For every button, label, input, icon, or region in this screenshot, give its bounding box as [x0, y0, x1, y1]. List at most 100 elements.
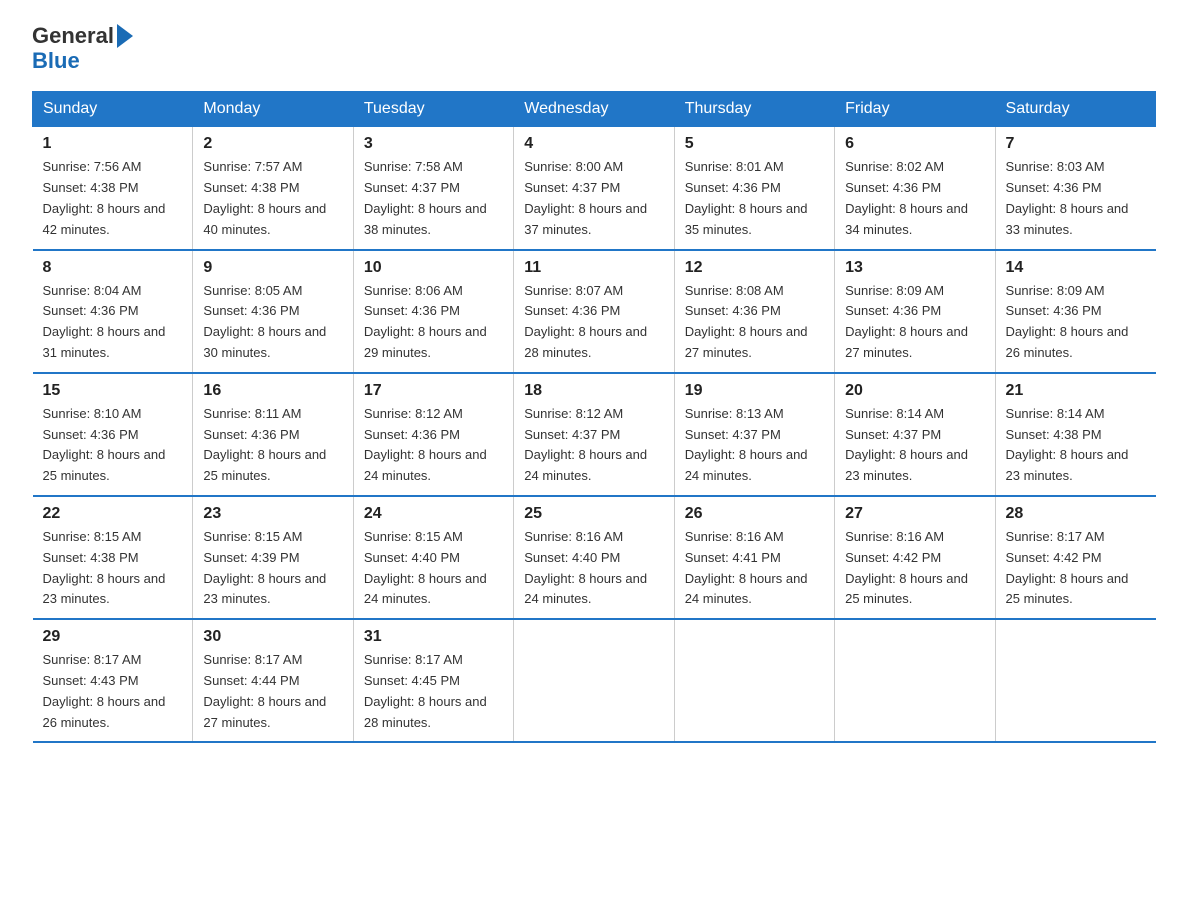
- weekday-header-friday: Friday: [835, 92, 995, 127]
- calendar-cell: 17 Sunrise: 8:12 AMSunset: 4:36 PMDaylig…: [353, 373, 513, 496]
- calendar-cell: 13 Sunrise: 8:09 AMSunset: 4:36 PMDaylig…: [835, 250, 995, 373]
- day-detail: Sunrise: 7:58 AMSunset: 4:37 PMDaylight:…: [364, 159, 487, 236]
- calendar-week-row: 8 Sunrise: 8:04 AMSunset: 4:36 PMDayligh…: [33, 250, 1156, 373]
- day-detail: Sunrise: 8:15 AMSunset: 4:39 PMDaylight:…: [203, 529, 326, 606]
- calendar-cell: [514, 619, 674, 742]
- weekday-header-saturday: Saturday: [995, 92, 1155, 127]
- calendar-table: SundayMondayTuesdayWednesdayThursdayFrid…: [32, 91, 1156, 743]
- calendar-cell: 31 Sunrise: 8:17 AMSunset: 4:45 PMDaylig…: [353, 619, 513, 742]
- weekday-header-row: SundayMondayTuesdayWednesdayThursdayFrid…: [33, 92, 1156, 127]
- day-detail: Sunrise: 8:10 AMSunset: 4:36 PMDaylight:…: [43, 406, 166, 483]
- day-number: 24: [364, 505, 503, 523]
- calendar-week-row: 29 Sunrise: 8:17 AMSunset: 4:43 PMDaylig…: [33, 619, 1156, 742]
- calendar-cell: 16 Sunrise: 8:11 AMSunset: 4:36 PMDaylig…: [193, 373, 353, 496]
- logo-blue: Blue: [32, 49, 133, 73]
- day-number: 5: [685, 135, 824, 153]
- day-detail: Sunrise: 8:04 AMSunset: 4:36 PMDaylight:…: [43, 283, 166, 360]
- day-detail: Sunrise: 8:06 AMSunset: 4:36 PMDaylight:…: [364, 283, 487, 360]
- day-number: 1: [43, 135, 183, 153]
- day-detail: Sunrise: 8:14 AMSunset: 4:37 PMDaylight:…: [845, 406, 968, 483]
- calendar-cell: 12 Sunrise: 8:08 AMSunset: 4:36 PMDaylig…: [674, 250, 834, 373]
- calendar-cell: 5 Sunrise: 8:01 AMSunset: 4:36 PMDayligh…: [674, 127, 834, 250]
- day-detail: Sunrise: 8:15 AMSunset: 4:38 PMDaylight:…: [43, 529, 166, 606]
- day-number: 28: [1006, 505, 1146, 523]
- calendar-cell: 7 Sunrise: 8:03 AMSunset: 4:36 PMDayligh…: [995, 127, 1155, 250]
- day-detail: Sunrise: 8:05 AMSunset: 4:36 PMDaylight:…: [203, 283, 326, 360]
- day-detail: Sunrise: 8:17 AMSunset: 4:43 PMDaylight:…: [43, 652, 166, 729]
- day-detail: Sunrise: 8:12 AMSunset: 4:36 PMDaylight:…: [364, 406, 487, 483]
- calendar-week-row: 22 Sunrise: 8:15 AMSunset: 4:38 PMDaylig…: [33, 496, 1156, 619]
- day-detail: Sunrise: 8:02 AMSunset: 4:36 PMDaylight:…: [845, 159, 968, 236]
- calendar-cell: 28 Sunrise: 8:17 AMSunset: 4:42 PMDaylig…: [995, 496, 1155, 619]
- day-number: 14: [1006, 259, 1146, 277]
- calendar-cell: 30 Sunrise: 8:17 AMSunset: 4:44 PMDaylig…: [193, 619, 353, 742]
- day-number: 10: [364, 259, 503, 277]
- day-number: 7: [1006, 135, 1146, 153]
- day-number: 8: [43, 259, 183, 277]
- day-detail: Sunrise: 8:01 AMSunset: 4:36 PMDaylight:…: [685, 159, 808, 236]
- day-detail: Sunrise: 8:00 AMSunset: 4:37 PMDaylight:…: [524, 159, 647, 236]
- calendar-cell: 1 Sunrise: 7:56 AMSunset: 4:38 PMDayligh…: [33, 127, 193, 250]
- day-number: 20: [845, 382, 984, 400]
- logo: General Blue: [32, 24, 133, 73]
- day-detail: Sunrise: 8:16 AMSunset: 4:41 PMDaylight:…: [685, 529, 808, 606]
- calendar-week-row: 1 Sunrise: 7:56 AMSunset: 4:38 PMDayligh…: [33, 127, 1156, 250]
- calendar-cell: 22 Sunrise: 8:15 AMSunset: 4:38 PMDaylig…: [33, 496, 193, 619]
- day-detail: Sunrise: 8:13 AMSunset: 4:37 PMDaylight:…: [685, 406, 808, 483]
- day-detail: Sunrise: 8:14 AMSunset: 4:38 PMDaylight:…: [1006, 406, 1129, 483]
- day-detail: Sunrise: 7:56 AMSunset: 4:38 PMDaylight:…: [43, 159, 166, 236]
- day-number: 18: [524, 382, 663, 400]
- day-detail: Sunrise: 7:57 AMSunset: 4:38 PMDaylight:…: [203, 159, 326, 236]
- calendar-cell: 10 Sunrise: 8:06 AMSunset: 4:36 PMDaylig…: [353, 250, 513, 373]
- calendar-cell: 21 Sunrise: 8:14 AMSunset: 4:38 PMDaylig…: [995, 373, 1155, 496]
- calendar-cell: 24 Sunrise: 8:15 AMSunset: 4:40 PMDaylig…: [353, 496, 513, 619]
- day-detail: Sunrise: 8:16 AMSunset: 4:42 PMDaylight:…: [845, 529, 968, 606]
- day-number: 2: [203, 135, 342, 153]
- day-number: 21: [1006, 382, 1146, 400]
- day-detail: Sunrise: 8:16 AMSunset: 4:40 PMDaylight:…: [524, 529, 647, 606]
- calendar-cell: 14 Sunrise: 8:09 AMSunset: 4:36 PMDaylig…: [995, 250, 1155, 373]
- day-number: 31: [364, 628, 503, 646]
- calendar-cell: 19 Sunrise: 8:13 AMSunset: 4:37 PMDaylig…: [674, 373, 834, 496]
- day-number: 23: [203, 505, 342, 523]
- day-number: 15: [43, 382, 183, 400]
- weekday-header-tuesday: Tuesday: [353, 92, 513, 127]
- calendar-cell: 18 Sunrise: 8:12 AMSunset: 4:37 PMDaylig…: [514, 373, 674, 496]
- day-number: 16: [203, 382, 342, 400]
- weekday-header-monday: Monday: [193, 92, 353, 127]
- day-detail: Sunrise: 8:17 AMSunset: 4:45 PMDaylight:…: [364, 652, 487, 729]
- day-detail: Sunrise: 8:03 AMSunset: 4:36 PMDaylight:…: [1006, 159, 1129, 236]
- day-detail: Sunrise: 8:09 AMSunset: 4:36 PMDaylight:…: [845, 283, 968, 360]
- day-number: 3: [364, 135, 503, 153]
- day-number: 6: [845, 135, 984, 153]
- calendar-cell: 9 Sunrise: 8:05 AMSunset: 4:36 PMDayligh…: [193, 250, 353, 373]
- day-number: 13: [845, 259, 984, 277]
- day-number: 4: [524, 135, 663, 153]
- calendar-cell: 8 Sunrise: 8:04 AMSunset: 4:36 PMDayligh…: [33, 250, 193, 373]
- day-detail: Sunrise: 8:08 AMSunset: 4:36 PMDaylight:…: [685, 283, 808, 360]
- calendar-week-row: 15 Sunrise: 8:10 AMSunset: 4:36 PMDaylig…: [33, 373, 1156, 496]
- weekday-header-wednesday: Wednesday: [514, 92, 674, 127]
- day-detail: Sunrise: 8:11 AMSunset: 4:36 PMDaylight:…: [203, 406, 326, 483]
- calendar-cell: 6 Sunrise: 8:02 AMSunset: 4:36 PMDayligh…: [835, 127, 995, 250]
- calendar-cell: 20 Sunrise: 8:14 AMSunset: 4:37 PMDaylig…: [835, 373, 995, 496]
- calendar-cell: 2 Sunrise: 7:57 AMSunset: 4:38 PMDayligh…: [193, 127, 353, 250]
- calendar-cell: 3 Sunrise: 7:58 AMSunset: 4:37 PMDayligh…: [353, 127, 513, 250]
- day-number: 9: [203, 259, 342, 277]
- calendar-cell: 23 Sunrise: 8:15 AMSunset: 4:39 PMDaylig…: [193, 496, 353, 619]
- page-header: General Blue: [32, 24, 1156, 73]
- day-number: 22: [43, 505, 183, 523]
- day-detail: Sunrise: 8:09 AMSunset: 4:36 PMDaylight:…: [1006, 283, 1129, 360]
- calendar-cell: 25 Sunrise: 8:16 AMSunset: 4:40 PMDaylig…: [514, 496, 674, 619]
- weekday-header-thursday: Thursday: [674, 92, 834, 127]
- day-detail: Sunrise: 8:15 AMSunset: 4:40 PMDaylight:…: [364, 529, 487, 606]
- logo-general: General: [32, 23, 114, 48]
- calendar-cell: 29 Sunrise: 8:17 AMSunset: 4:43 PMDaylig…: [33, 619, 193, 742]
- day-number: 30: [203, 628, 342, 646]
- calendar-cell: 26 Sunrise: 8:16 AMSunset: 4:41 PMDaylig…: [674, 496, 834, 619]
- day-number: 12: [685, 259, 824, 277]
- day-number: 17: [364, 382, 503, 400]
- calendar-cell: 11 Sunrise: 8:07 AMSunset: 4:36 PMDaylig…: [514, 250, 674, 373]
- day-number: 27: [845, 505, 984, 523]
- day-detail: Sunrise: 8:07 AMSunset: 4:36 PMDaylight:…: [524, 283, 647, 360]
